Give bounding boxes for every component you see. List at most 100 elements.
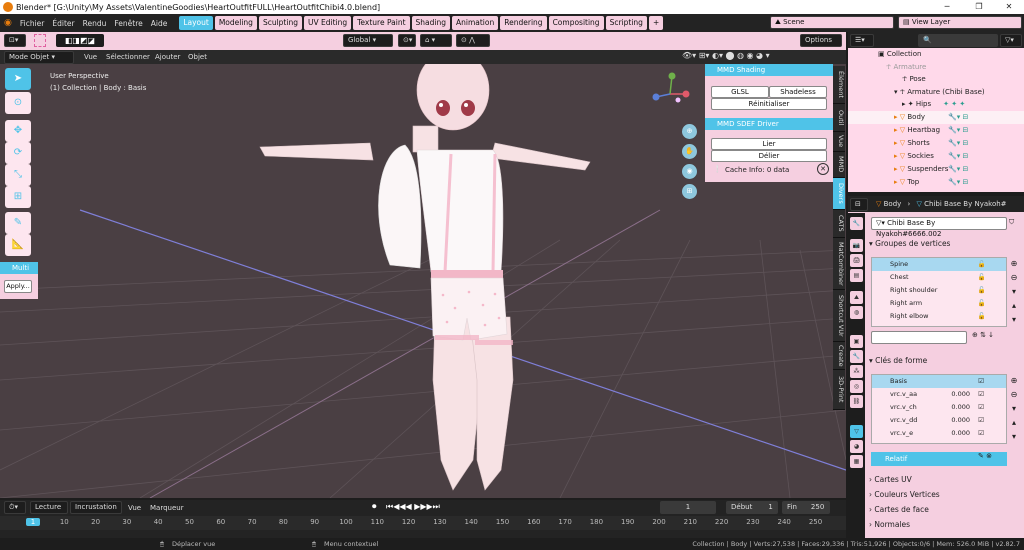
menu-fenetre[interactable]: Fenêtre [110,19,146,28]
transform-tool-button[interactable]: ⊞ [5,186,31,208]
sidebar-tab-shortcut[interactable]: Shortcut VUr [833,290,845,342]
sidebar-tab-vue[interactable]: Vue [833,132,845,152]
face-maps-header[interactable]: › Cartes de face [869,505,929,514]
outliner-row-body[interactable]: ▸ ▽ Body [848,111,1024,124]
checkbox-icon[interactable]: ☑ [978,388,984,401]
sidebar-tab-3d-print[interactable]: 3D-Print [833,370,845,410]
cursor-tool-button[interactable]: ⊙ [5,92,31,114]
mmd-shading-header[interactable]: MMD Shading [705,64,833,76]
tab-sculpting[interactable]: Sculpting [258,16,302,30]
rotate-tool-button[interactable]: ⟳ [5,142,31,164]
navigation-gizmo[interactable] [648,70,696,110]
physics-tab-icon[interactable]: ◎ [850,380,863,393]
outliner-editor-button[interactable]: ☰▾ [850,34,874,47]
outliner-row-collection[interactable]: ▣ Collection [848,48,1024,61]
object-tab-icon[interactable]: ▣ [850,335,863,348]
mesh-name-field[interactable]: ▽▾ Chibi Base By Nyakoh#6666.002 [871,217,1007,238]
vertex-group-filter-input[interactable] [871,331,967,344]
list-item[interactable]: Right elbow 🔓 [872,310,1006,323]
sidebar-tab-mmd[interactable]: MMD [833,152,845,178]
shape-keys-header[interactable]: ▾ Clés de forme [869,356,927,365]
tab-texture-paint[interactable]: Texture Paint [353,16,410,30]
menu-selectionner[interactable]: Sélectionner [106,53,150,61]
tab-uv-editing[interactable]: UV Editing [303,16,352,30]
list-item[interactable]: vrc.v_aa 0.000 ☑ [872,388,1006,401]
shape-key-side-buttons[interactable]: ⊕ ⊖ ▾ ▴ ▾ [1008,374,1020,444]
material-tab-icon[interactable]: ◕ [850,440,863,453]
menu-editer[interactable]: Éditer [48,19,78,28]
menu-ajouter[interactable]: Ajouter [155,53,180,61]
snap-button[interactable]: ⌂ ▾ [420,34,452,47]
add-workspace-button[interactable]: + [648,16,664,30]
vertex-groups-header[interactable]: ▾ Groupes de vertices [869,239,950,248]
pivot-button[interactable]: ⊙▾ [398,34,416,47]
timeline-menu-vue[interactable]: Vue [128,504,141,512]
texture-tab-icon[interactable]: ▦ [850,455,863,468]
checkbox-icon[interactable]: ☑ [978,427,984,440]
transform-orientation[interactable]: Global ▾ [343,34,393,47]
current-frame-field[interactable]: 1 [660,501,716,514]
editor-type-button[interactable]: ⊡▾ [4,34,26,47]
list-item[interactable]: Basis ☑ [872,375,1006,388]
menu-objet[interactable]: Objet [188,53,207,61]
mmd-sdef-header[interactable]: MMD SDEF Driver [705,118,833,130]
list-item[interactable]: vrc.v_dd 0.000 ☑ [872,414,1006,427]
tab-scripting[interactable]: Scripting [605,16,647,30]
normals-header[interactable]: › Normales [869,520,910,529]
shading-buttons[interactable]: 👁▾ ⊞▾ ◐▾ ⬤ ◍ ◉ ◕ ▾ [682,51,842,63]
ortho-icon[interactable]: ⊞ [682,184,697,199]
clear-cache-icon[interactable]: ✕ [817,163,829,175]
vertex-colors-header[interactable]: › Couleurs Vertices [869,490,940,499]
maximize-icon[interactable]: ❐ [964,0,994,14]
keying-dropdown[interactable]: Incrustation ▾ [70,501,122,522]
select-mode-buttons[interactable]: ◧◨◩◪ [56,34,104,47]
tab-modeling[interactable]: Modeling [214,16,257,30]
list-item[interactable]: vrc.v_e 0.000 ☑ [872,427,1006,440]
vertex-group-side-buttons[interactable]: ⊕ ⊖ ▾ ▴ ▾ [1008,257,1020,327]
glsl-button[interactable]: GLSL [711,86,769,98]
view-layer-tab-icon[interactable]: ▤ [850,269,863,282]
tab-rendering[interactable]: Rendering [500,16,547,30]
proportional-edit-button[interactable]: ⊙ ⋀ [456,34,490,47]
camera-icon[interactable]: ◉ [682,164,697,179]
sort-icon[interactable]: ⊕ ⇅ ↓ [972,331,994,339]
mesh-data-tab-icon[interactable]: ▽ [850,425,863,438]
tab-layout[interactable]: Layout [179,16,213,30]
end-frame-field[interactable]: Fin 250 [782,501,830,514]
world-tab-icon[interactable]: ◍ [850,306,863,319]
sidebar-tab-outil[interactable]: Outil [833,104,845,132]
particles-tab-icon[interactable]: ⁂ [850,365,863,378]
sidebar-tab-create[interactable]: Create [833,342,845,370]
menu-rendu[interactable]: Rendu [79,19,111,28]
outliner-row-hips[interactable]: ▸ ✦ Hips ✦ ✦ ✦ [848,98,1024,111]
outliner-row-armature[interactable]: ☥ Armature [848,61,1024,74]
sidebar-tab-element[interactable]: Élément [833,66,845,104]
checkbox-icon[interactable]: ☑ [978,375,984,388]
select-tool-button[interactable]: ➤ [5,68,31,90]
timeline-menu-marqueur[interactable]: Marqueur [150,504,184,512]
menu-vue[interactable]: Vue [84,53,97,61]
annotate-tool-button[interactable]: ✎ [5,212,31,234]
scene-tab-icon[interactable]: ⛰ [850,291,863,304]
menu-aide[interactable]: Aide [147,19,172,28]
timeline-editor-button[interactable]: ⏱▾ [4,501,26,514]
modifier-tab-icon[interactable]: 🔧 [850,350,863,363]
tab-compositing[interactable]: Compositing [548,16,604,30]
sidebar-tab-cats[interactable]: CATS [833,210,845,238]
list-item[interactable]: Chest 🔓 [872,271,1006,284]
scale-tool-button[interactable]: ⤡ [5,164,31,186]
sidebar-tab-matcombiner[interactable]: MatCombiner [833,238,845,290]
timeline-ruler[interactable]: 1 10 20 30 40 50 60 70 80 90 100 110 120 130 140 150 160… [0,516,846,530]
outliner-row-shorts[interactable]: ▸ ▽ Shorts [848,137,1024,150]
move-tool-button[interactable]: ✥ [5,120,31,142]
scene-selector[interactable]: ⛰ Scene [770,16,894,29]
tab-shading[interactable]: Shading [411,16,450,30]
output-tab-icon[interactable]: 🖨 [850,254,863,267]
checkbox-icon[interactable]: ☑ [978,414,984,427]
list-item[interactable]: Right shoulder 🔓 [872,284,1006,297]
measure-tool-button[interactable]: 📐 [5,234,31,256]
unbind-button[interactable]: Délier [711,150,827,162]
menu-fichier[interactable]: Fichier [16,19,49,28]
outliner-row-armature-data[interactable]: ▾ ☥ Armature (Chibi Base) [848,86,1024,99]
list-item[interactable]: Right arm 🔓 [872,297,1006,310]
